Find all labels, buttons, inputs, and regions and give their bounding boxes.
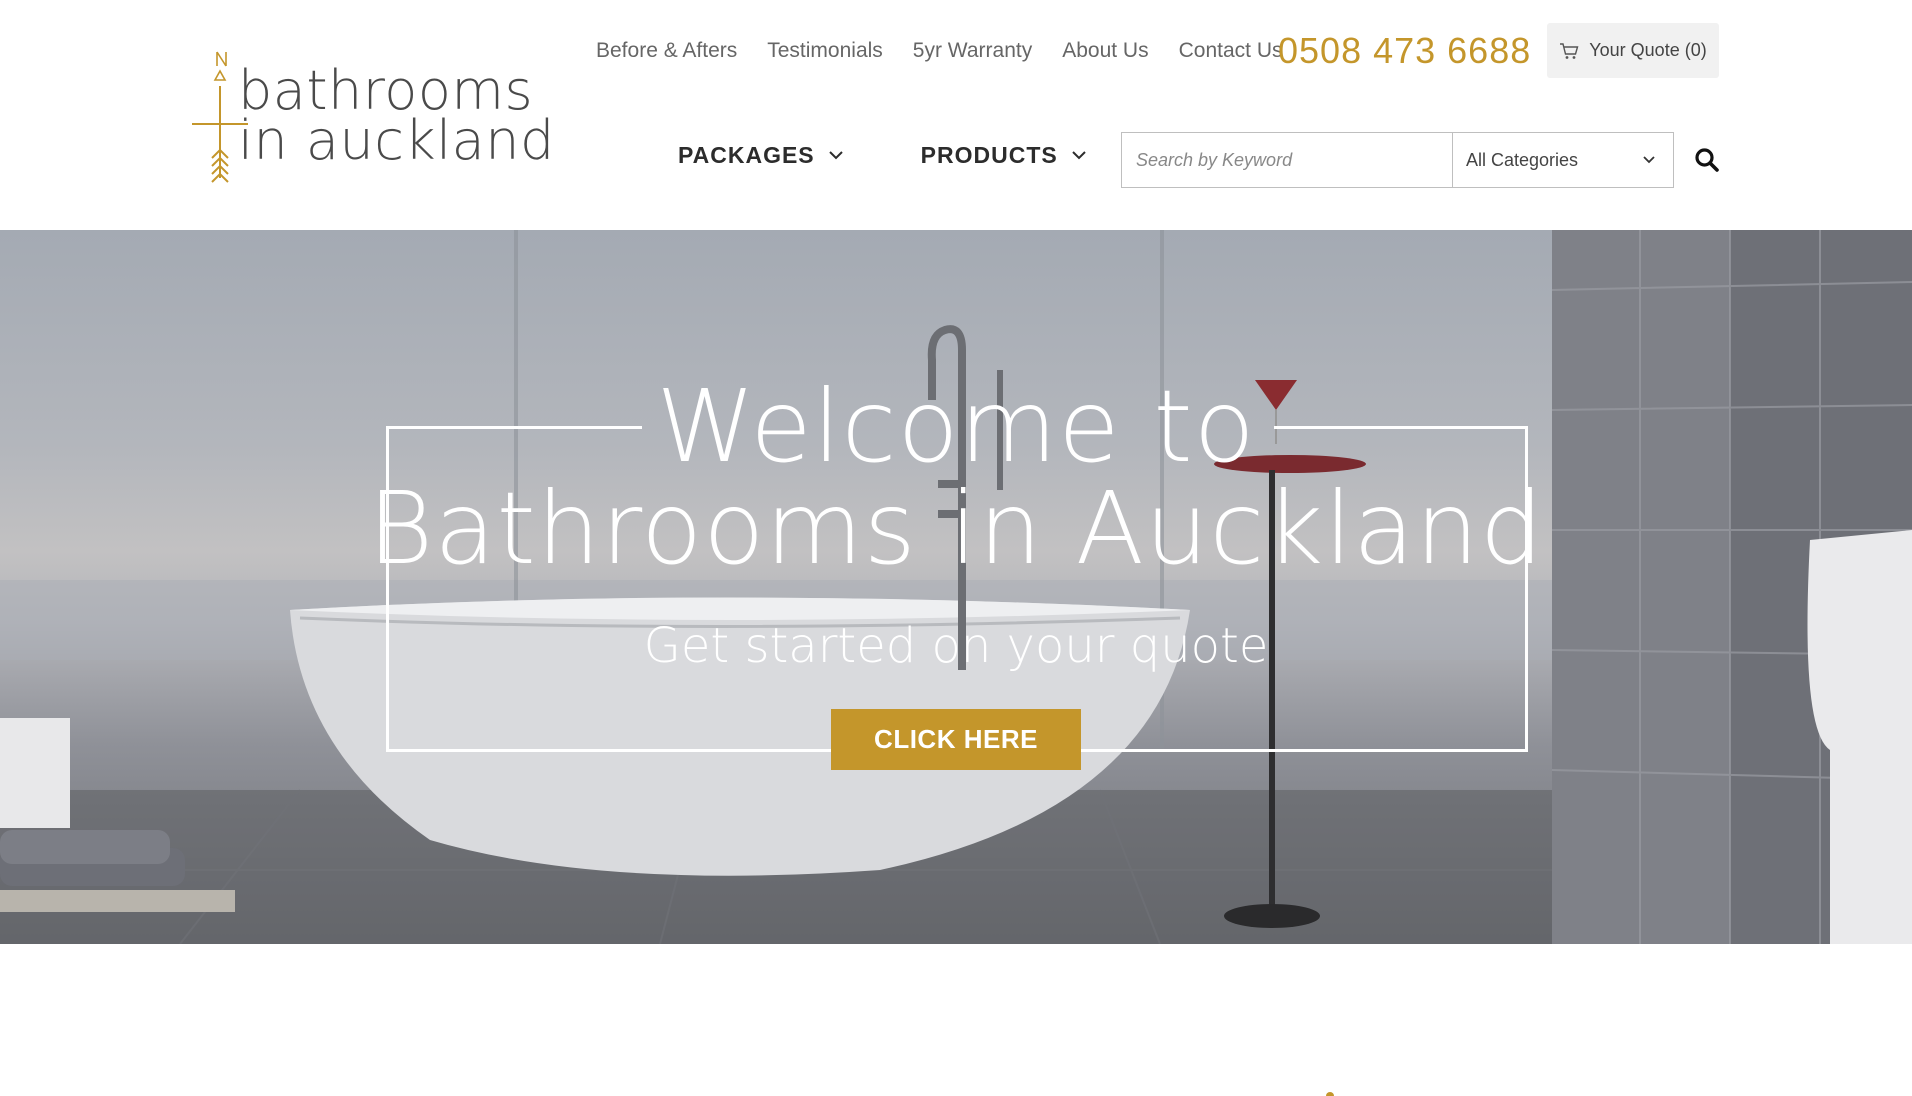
nav-packages[interactable]: PACKAGES — [678, 142, 843, 169]
nav-link-contact-us[interactable]: Contact Us — [1179, 36, 1283, 66]
top-nav: Before & Afters Testimonials 5yr Warrant… — [596, 36, 1282, 66]
logo-wordmark: bathrooms in auckland — [238, 64, 555, 172]
nav-link-testimonials[interactable]: Testimonials — [767, 36, 883, 66]
nav-link-about-us[interactable]: About Us — [1062, 36, 1148, 66]
hero-banner: Welcome to Bathrooms in Auckland Get sta… — [0, 230, 1912, 944]
nav-products-label: PRODUCTS — [920, 142, 1058, 168]
search-icon — [1695, 148, 1719, 172]
search-button[interactable] — [1694, 147, 1720, 178]
cart-icon — [1560, 42, 1579, 59]
nav-link-before-afters[interactable]: Before & Afters — [596, 36, 737, 66]
site-logo[interactable]: bathrooms in auckland — [190, 46, 554, 191]
hero-title-line-2: Bathrooms in Auckland — [367, 470, 1545, 587]
main-nav: PACKAGES PRODUCTS — [678, 142, 1086, 169]
category-select[interactable]: All Categories — [1453, 133, 1673, 187]
search-form: All Categories — [1121, 132, 1674, 188]
chevron-down-icon — [1072, 151, 1086, 160]
site-header: bathrooms in auckland Before & Afters Te… — [0, 0, 1912, 230]
phone-number[interactable]: 0508 473 6688 — [1278, 30, 1531, 72]
your-quote-label: Your Quote (0) — [1589, 40, 1707, 60]
category-select-value: All Categories — [1466, 149, 1579, 170]
search-input[interactable] — [1122, 133, 1453, 187]
nav-packages-label: PACKAGES — [678, 142, 815, 168]
your-quote-button[interactable]: Your Quote (0) — [1547, 23, 1719, 78]
hero-subtitle: Get started on your quote — [643, 618, 1269, 674]
nav-products[interactable]: PRODUCTS — [921, 142, 1086, 169]
content-section — [0, 944, 1912, 1096]
chevron-down-icon — [1643, 156, 1655, 164]
hero-title-line-1: Welcome to — [656, 368, 1256, 485]
click-here-button[interactable]: CLICK HERE — [831, 709, 1081, 770]
logo-line-2: in auckland — [238, 109, 555, 172]
chevron-down-icon — [828, 151, 843, 160]
nav-link-warranty[interactable]: 5yr Warranty — [913, 36, 1032, 66]
decorative-accent — [1326, 1092, 1334, 1096]
